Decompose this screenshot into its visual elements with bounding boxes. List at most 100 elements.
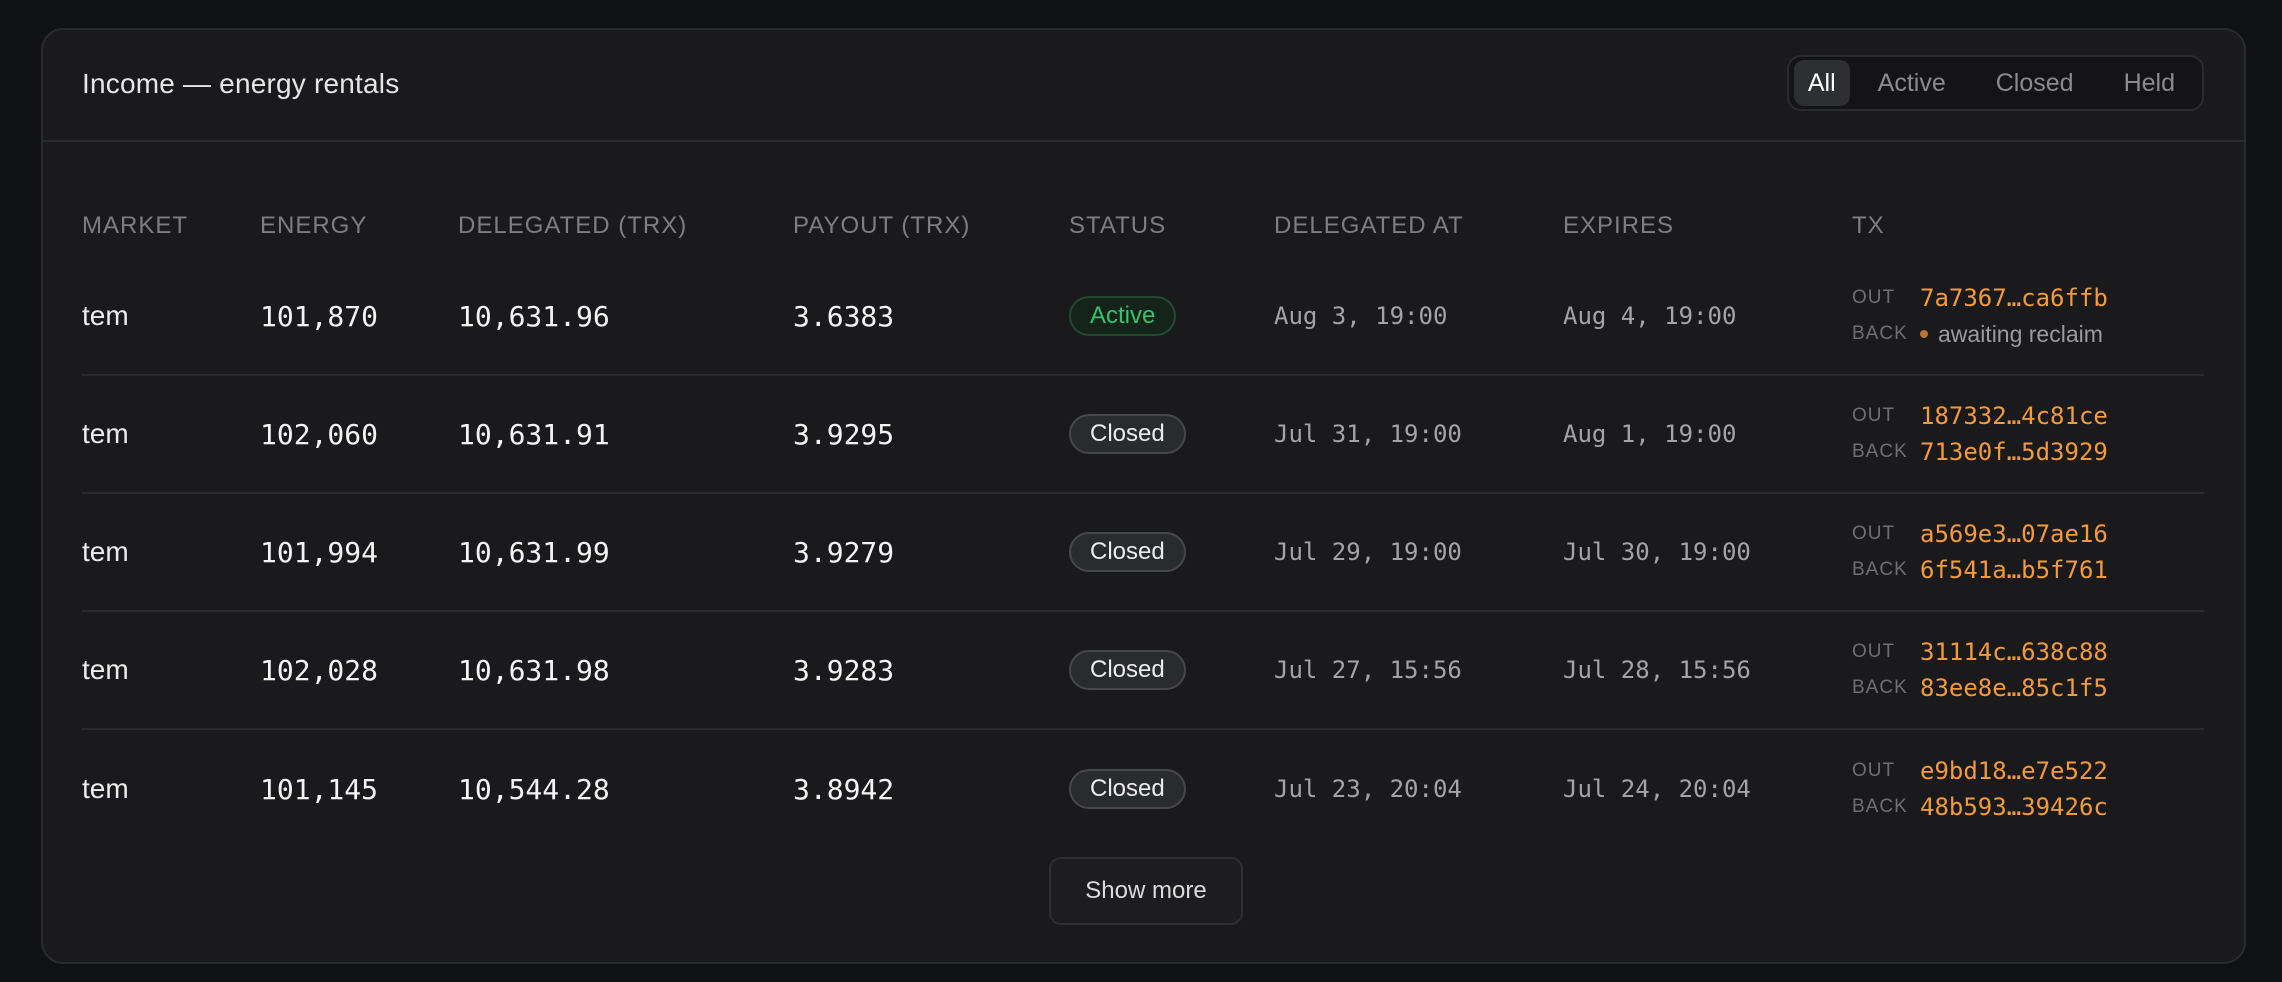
tx-out-line: OUT a569e3…07ae16 — [1852, 520, 2108, 548]
market-cell: tem — [82, 654, 129, 685]
status-badge: Closed — [1069, 769, 1186, 809]
payout-cell: 3.9279 — [793, 535, 895, 569]
expires-cell: Aug 1, 19:00 — [1563, 420, 1737, 448]
tx-out-link[interactable]: a569e3…07ae16 — [1920, 520, 2108, 548]
tx-cell: OUT 7a7367…ca6ffb BACK awaiting reclaim — [1852, 258, 2108, 374]
rentals-table: MARKET ENERGY DELEGATED (TRX) PAYOUT (TR… — [82, 140, 2204, 848]
delegated-cell: 10,631.91 — [458, 417, 610, 451]
status-cell: Closed — [1069, 612, 1186, 728]
status-cell: Closed — [1069, 376, 1186, 492]
tx-back-line: BACK 83ee8e…85c1f5 — [1852, 674, 2108, 702]
tx-back-pending: awaiting reclaim — [1938, 320, 2103, 347]
status-badge: Closed — [1069, 532, 1186, 572]
filter-tab-held[interactable]: Held — [2102, 60, 2197, 106]
delegated-cell: 10,631.96 — [458, 299, 610, 333]
column-header-delegated: DELEGATED (TRX) — [458, 212, 688, 239]
tx-back-line: BACK 6f541a…b5f761 — [1852, 556, 2108, 584]
tx-back-label: BACK — [1852, 323, 1908, 344]
page-title: Income — energy rentals — [82, 68, 400, 99]
pending-dot-icon — [1920, 330, 1928, 338]
tx-back-line: BACK 713e0f…5d3929 — [1852, 438, 2108, 466]
tx-back-link[interactable]: 713e0f…5d3929 — [1920, 438, 2108, 466]
expires-cell: Jul 28, 15:56 — [1563, 656, 1751, 684]
column-header-energy: ENERGY — [260, 212, 368, 239]
status-filter: All Active Closed Held — [1786, 55, 2204, 111]
delegated-at-cell: Jul 27, 15:56 — [1274, 656, 1462, 684]
table-body: tem 101,870 10,631.96 3.6383 Active Aug … — [82, 258, 2204, 848]
card-header: Income — energy rentals All Active Close… — [43, 30, 2244, 142]
column-header-payout: PAYOUT (TRX) — [793, 212, 971, 239]
tx-back-line: BACK 48b593…39426c — [1852, 793, 2108, 821]
payout-cell: 3.9295 — [793, 417, 895, 451]
tx-back-label: BACK — [1852, 677, 1908, 698]
delegated-at-cell: Jul 23, 20:04 — [1274, 775, 1462, 803]
market-cell: tem — [82, 536, 129, 567]
status-cell: Closed — [1069, 494, 1186, 610]
tx-out-line: OUT e9bd18…e7e522 — [1852, 757, 2108, 785]
status-badge: Active — [1069, 296, 1177, 336]
market-cell: tem — [82, 300, 129, 331]
tx-cell: OUT 187332…4c81ce BACK 713e0f…5d3929 — [1852, 376, 2108, 492]
income-card: Income — energy rentals All Active Close… — [41, 28, 2246, 964]
table-header: MARKET ENERGY DELEGATED (TRX) PAYOUT (TR… — [82, 140, 2204, 258]
energy-cell: 101,994 — [260, 535, 379, 569]
tx-out-link[interactable]: e9bd18…e7e522 — [1920, 757, 2108, 785]
tx-cell: OUT e9bd18…e7e522 BACK 48b593…39426c — [1852, 730, 2108, 848]
table-row: tem 102,028 10,631.98 3.9283 Closed Jul … — [82, 612, 2204, 730]
status-badge: Closed — [1069, 414, 1186, 454]
filter-tab-all[interactable]: All — [1793, 60, 1850, 106]
column-header-delegated-at: DELEGATED AT — [1274, 212, 1464, 239]
delegated-at-cell: Aug 3, 19:00 — [1274, 302, 1448, 330]
column-header-expires: EXPIRES — [1563, 212, 1675, 239]
energy-cell: 102,060 — [260, 417, 379, 451]
tx-out-link[interactable]: 187332…4c81ce — [1920, 402, 2108, 430]
delegated-cell: 10,631.99 — [458, 535, 610, 569]
delegated-cell: 10,631.98 — [458, 653, 610, 687]
filter-tab-active[interactable]: Active — [1856, 60, 1968, 106]
status-badge: Closed — [1069, 650, 1186, 690]
energy-cell: 101,145 — [260, 772, 379, 806]
tx-back-link[interactable]: 6f541a…b5f761 — [1920, 556, 2108, 584]
status-cell: Active — [1069, 258, 1177, 374]
delegated-at-cell: Jul 31, 19:00 — [1274, 420, 1462, 448]
tx-back-label: BACK — [1852, 559, 1908, 580]
energy-cell: 101,870 — [260, 299, 379, 333]
energy-cell: 102,028 — [260, 653, 379, 687]
tx-out-link[interactable]: 31114c…638c88 — [1920, 638, 2108, 666]
show-more-button[interactable]: Show more — [1049, 857, 1243, 925]
column-header-tx: TX — [1852, 212, 1885, 239]
tx-out-line: OUT 31114c…638c88 — [1852, 638, 2108, 666]
delegated-at-cell: Jul 29, 19:00 — [1274, 538, 1462, 566]
tx-out-label: OUT — [1852, 405, 1896, 426]
tx-out-line: OUT 7a7367…ca6ffb — [1852, 284, 2108, 312]
table-row: tem 101,870 10,631.96 3.6383 Active Aug … — [82, 258, 2204, 376]
table-row: tem 101,994 10,631.99 3.9279 Closed Jul … — [82, 494, 2204, 612]
tx-out-label: OUT — [1852, 641, 1896, 662]
market-cell: tem — [82, 418, 129, 449]
tx-cell: OUT a569e3…07ae16 BACK 6f541a…b5f761 — [1852, 494, 2108, 610]
tx-back-label: BACK — [1852, 796, 1908, 817]
expires-cell: Jul 30, 19:00 — [1563, 538, 1751, 566]
payout-cell: 3.6383 — [793, 299, 895, 333]
expires-cell: Jul 24, 20:04 — [1563, 775, 1751, 803]
tx-out-label: OUT — [1852, 760, 1896, 781]
tx-out-link[interactable]: 7a7367…ca6ffb — [1920, 284, 2108, 312]
tx-cell: OUT 31114c…638c88 BACK 83ee8e…85c1f5 — [1852, 612, 2108, 728]
column-header-market: MARKET — [82, 212, 189, 239]
column-header-status: STATUS — [1069, 212, 1167, 239]
market-cell: tem — [82, 773, 129, 804]
tx-out-label: OUT — [1852, 523, 1896, 544]
tx-back-line: BACK awaiting reclaim — [1852, 321, 2103, 347]
payout-cell: 3.9283 — [793, 653, 895, 687]
filter-tab-closed[interactable]: Closed — [1974, 60, 2096, 106]
tx-back-label: BACK — [1852, 441, 1908, 462]
tx-back-link[interactable]: 83ee8e…85c1f5 — [1920, 674, 2108, 702]
tx-back-link[interactable]: 48b593…39426c — [1920, 793, 2108, 821]
payout-cell: 3.8942 — [793, 772, 895, 806]
tx-out-label: OUT — [1852, 287, 1896, 308]
table-row: tem 101,145 10,544.28 3.8942 Closed Jul … — [82, 730, 2204, 848]
tx-out-line: OUT 187332…4c81ce — [1852, 402, 2108, 430]
table-row: tem 102,060 10,631.91 3.9295 Closed Jul … — [82, 376, 2204, 494]
delegated-cell: 10,544.28 — [458, 772, 610, 806]
status-cell: Closed — [1069, 730, 1186, 848]
